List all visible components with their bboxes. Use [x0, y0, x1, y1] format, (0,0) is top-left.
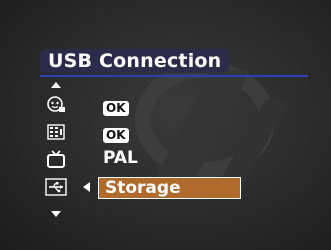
- tv-out-icon[interactable]: [45, 150, 67, 168]
- usb-icon[interactable]: [45, 178, 67, 196]
- value-badge: OK: [103, 101, 129, 116]
- value-badge: OK: [103, 128, 129, 143]
- menu-title: USB Connection: [40, 49, 230, 73]
- menu-item-4-selected[interactable]: Storage: [98, 177, 241, 199]
- image-settings-icon[interactable]: [45, 123, 67, 141]
- face-detect-icon[interactable]: [45, 96, 67, 114]
- selection-pointer-icon: [83, 182, 90, 192]
- menu-item-1[interactable]: OK: [103, 97, 129, 116]
- menu-item-2[interactable]: OK: [103, 124, 129, 143]
- title-divider: [40, 75, 308, 77]
- camera-menu-screen: USB Connection OK OK PAL Storage: [0, 0, 331, 250]
- scroll-up-icon[interactable]: [51, 82, 61, 88]
- menu-item-3[interactable]: PAL: [103, 148, 138, 168]
- scroll-down-icon[interactable]: [51, 211, 61, 217]
